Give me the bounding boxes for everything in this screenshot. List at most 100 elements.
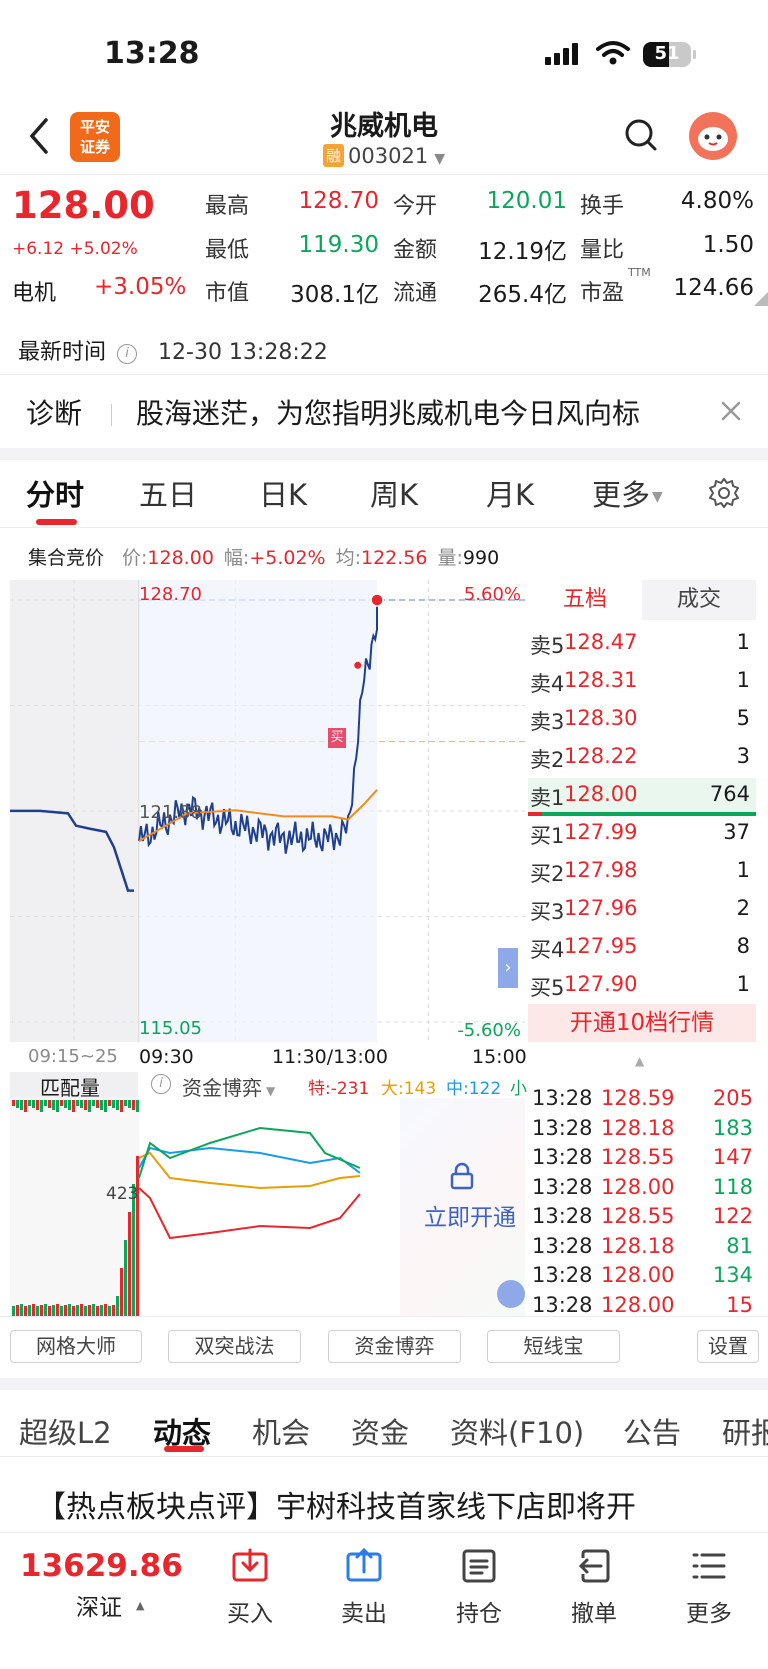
match-volume-bar (60, 1306, 63, 1316)
match-vol-value: 423 (106, 1184, 139, 1204)
tab-weekly-k[interactable]: 周K (370, 472, 418, 514)
diagnosis-text[interactable]: 股海迷茫，为您指明兆威机电今日风向标 (136, 392, 640, 432)
auction-vol: 990 (462, 547, 500, 569)
ask-price[interactable]: 128.22 (564, 744, 637, 768)
tab-active-indicator (36, 519, 77, 525)
auction-avg: 122.56 (361, 547, 428, 569)
info-icon[interactable]: i (117, 344, 138, 364)
news-headline[interactable]: 【热点板块点评】宇树科技首家线下店即将开 (36, 1482, 636, 1526)
bid-vol: 37 (723, 820, 750, 844)
nav-more[interactable]: 更多 (655, 1548, 763, 1628)
match-volume-top-bar (68, 1100, 71, 1110)
match-volume-bar (88, 1305, 91, 1316)
stat-label: 最低 (205, 238, 250, 263)
match-volume-top-bar (84, 1100, 87, 1110)
match-volume-top-bar (28, 1100, 31, 1106)
chart-mid-price: 121.88 (139, 802, 202, 823)
tool-fund-game[interactable]: 资金博弈 (328, 1330, 461, 1363)
stat-label: 市盈 (580, 281, 625, 306)
unlock-overlay[interactable]: 立即开通 (400, 1098, 525, 1316)
fund-xiao: 小 (510, 1079, 527, 1099)
bid-price[interactable]: 127.98 (564, 858, 637, 882)
avatar[interactable] (689, 112, 737, 160)
match-volume-bar (96, 1306, 99, 1316)
bid-price[interactable]: 127.99 (564, 820, 637, 844)
match-volume-bar (80, 1304, 83, 1316)
tab-opportunity[interactable]: 机会 (252, 1410, 310, 1452)
ask-price[interactable]: 128.00 (564, 782, 637, 806)
tab-five-level[interactable]: 五档 (528, 580, 642, 620)
tab-intraday[interactable]: 分时 (26, 472, 84, 514)
fund-game-selector[interactable]: 资金博弈 ▼ (182, 1072, 275, 1101)
sector-name[interactable]: 电机 (12, 275, 56, 307)
search-icon[interactable] (624, 118, 658, 152)
bid-label: 买5 (530, 976, 565, 1000)
nav-cancel-order[interactable]: 撤单 (540, 1548, 648, 1628)
tab-trades[interactable]: 成交 (642, 580, 756, 620)
match-volume-top-bar (12, 1100, 15, 1106)
buy-point (354, 661, 362, 669)
ask-price[interactable]: 128.30 (564, 706, 637, 730)
tick-time: 13:28 (532, 1233, 593, 1258)
tab-more[interactable]: 更多 ▼ (592, 472, 663, 514)
nav-buy[interactable]: 买入 (196, 1548, 304, 1628)
tick-price: 128.00 (601, 1263, 675, 1287)
close-icon[interactable] (720, 400, 742, 422)
tab-monthly-k[interactable]: 月K (486, 472, 534, 514)
match-volume-top-bar (132, 1100, 135, 1110)
match-volume-bar (64, 1305, 67, 1316)
stat-value: 4.80% (680, 188, 754, 214)
battery-level: 51 (654, 43, 680, 64)
match-volume-bar (84, 1306, 87, 1316)
stat-value: 120.01 (486, 188, 567, 214)
intraday-chart[interactable]: 128.70 5.60% 121.88 115.05 -5.60% 买 › (10, 580, 525, 1042)
tab-daily-k[interactable]: 日K (259, 472, 307, 514)
bid-price[interactable]: 127.90 (564, 972, 637, 996)
tool-double-breakout[interactable]: 双突战法 (168, 1330, 301, 1363)
match-volume-bar (48, 1306, 51, 1316)
tab-five-day[interactable]: 五日 (139, 472, 197, 514)
tab-funds[interactable]: 资金 (351, 1410, 409, 1452)
collapse-up-icon[interactable]: ▲ (635, 1054, 644, 1068)
tab-announcements[interactable]: 公告 (623, 1410, 681, 1452)
vol-label: 量: (437, 547, 463, 569)
tool-settings[interactable]: 设置 (697, 1330, 759, 1363)
index-quote[interactable]: 13629.86 深证 ▲ (20, 1548, 183, 1621)
sub-chart-header: 匹配量 i 资金博弈 ▼ 特:-231 大:143 中:122 小 (10, 1072, 527, 1101)
expand-arrow-icon[interactable]: › (498, 948, 518, 988)
tool-grid-master[interactable]: 网格大师 (10, 1330, 142, 1363)
ask-label: 卖2 (530, 748, 565, 772)
sector-change[interactable]: +3.05% (94, 274, 186, 300)
ask-price[interactable]: 128.31 (564, 668, 637, 692)
buy-marker[interactable]: 买 (328, 728, 346, 748)
ask-label: 卖1 (530, 786, 565, 810)
unlock-label: 立即开通 (424, 1205, 516, 1231)
tool-short-line[interactable]: 短线宝 (487, 1330, 620, 1363)
match-volume-top-bar (80, 1100, 83, 1108)
nav-position[interactable]: 持仓 (425, 1548, 533, 1628)
time-mid: 11:30/13:00 (272, 1046, 388, 1068)
tab-f10[interactable]: 资料(F10) (450, 1410, 584, 1452)
stat-label: 流通 (393, 281, 438, 306)
open-level10-button[interactable]: 开通10档行情 (528, 1004, 756, 1042)
match-volume-bar (136, 1156, 139, 1316)
ask-price[interactable]: 128.47 (564, 630, 637, 654)
fullscreen-icon[interactable] (497, 1280, 525, 1308)
info-icon[interactable]: i (151, 1074, 171, 1094)
tick-price: 128.59 (601, 1086, 675, 1110)
tab-super-l2[interactable]: 超级L2 (19, 1410, 112, 1452)
fund-da: 大:143 (381, 1079, 437, 1099)
nav-sell[interactable]: 卖出 (310, 1547, 418, 1628)
tick-vol: 15 (726, 1292, 753, 1317)
settings-gear-icon[interactable] (708, 477, 740, 509)
bid-price[interactable]: 127.96 (564, 896, 637, 920)
tab-research[interactable]: 研报 (722, 1410, 768, 1452)
fund-line-super (138, 1187, 361, 1240)
bid-vol: 1 (736, 858, 750, 882)
dropdown-icon: ▼ (266, 1084, 276, 1098)
bid-price[interactable]: 127.95 (564, 934, 637, 958)
time-auction: 09:15~25 (28, 1046, 118, 1067)
match-volume-bar (24, 1306, 27, 1316)
latest-point (370, 593, 384, 607)
fund-zhong: 中:122 (446, 1079, 502, 1099)
